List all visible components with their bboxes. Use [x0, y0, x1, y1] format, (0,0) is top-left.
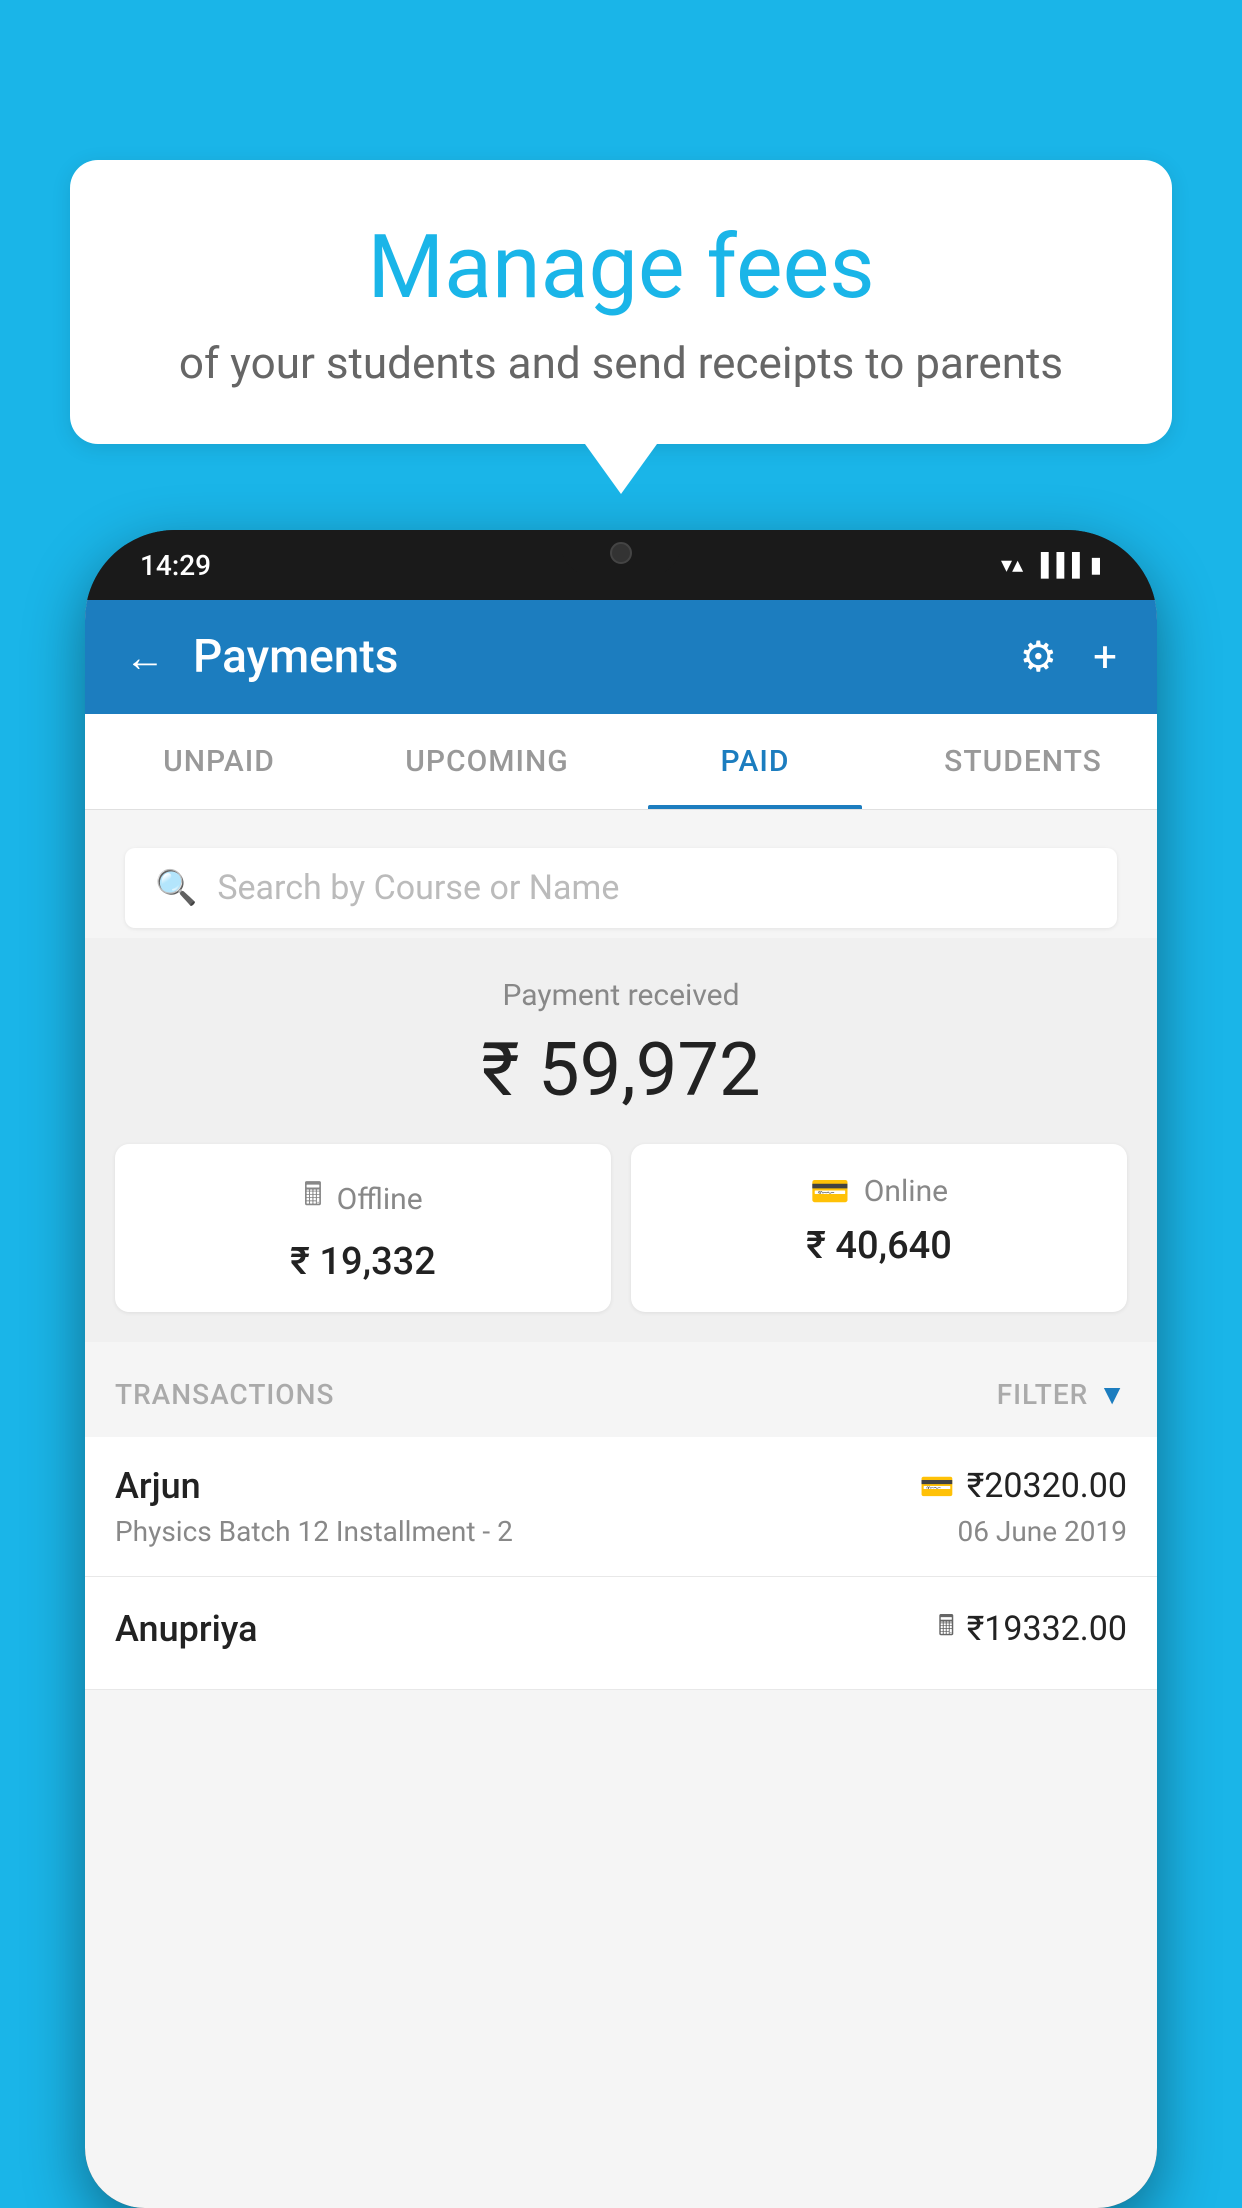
page-title: Payments [193, 630, 398, 684]
transaction-amount: ₹19332.00 [967, 1609, 1127, 1649]
search-bar[interactable]: 🔍 Search by Course or Name [125, 848, 1117, 928]
battery-icon: ▮ [1090, 553, 1102, 578]
tabs-container: UNPAID UPCOMING PAID STUDENTS [85, 714, 1157, 810]
payment-summary: Payment received ₹ 59,972 🖩 Offline ₹ 19… [85, 938, 1157, 1342]
payment-cards: 🖩 Offline ₹ 19,332 💳 Online ₹ 40,640 [115, 1144, 1127, 1312]
bubble-title: Manage fees [150, 220, 1092, 317]
filter-icon: ▼ [1098, 1378, 1127, 1411]
speech-bubble-card: Manage fees of your students and send re… [70, 160, 1172, 444]
online-card: 💳 Online ₹ 40,640 [631, 1144, 1127, 1312]
add-icon[interactable]: + [1093, 633, 1117, 682]
app-screen: ← Payments ⚙ + UNPAID UPCOMING PAID STUD… [85, 600, 1157, 2208]
wifi-icon: ▾▴ [1001, 553, 1023, 578]
tab-students[interactable]: STUDENTS [889, 714, 1157, 809]
transaction-date: 06 June 2019 [957, 1515, 1127, 1548]
transaction-name: Arjun [115, 1465, 201, 1507]
online-amount: ₹ 40,640 [651, 1224, 1107, 1268]
header-right: ⚙ + [1020, 632, 1118, 682]
transaction-row-top: Anupriya 🖩 ₹19332.00 [115, 1605, 1127, 1653]
speech-bubble-tail [585, 444, 657, 494]
transaction-amount-wrap: 🖩 ₹19332.00 [938, 1605, 1127, 1653]
filter-label: FILTER [997, 1378, 1089, 1411]
transaction-row-bottom: Physics Batch 12 Installment - 2 06 June… [115, 1515, 1127, 1548]
phone-notch [561, 530, 681, 575]
online-payment-icon: 💳 [810, 1172, 850, 1210]
filter-button[interactable]: FILTER ▼ [997, 1378, 1127, 1411]
status-icons: ▾▴ ▐▐▐ ▮ [1001, 552, 1102, 578]
offline-label: Offline [337, 1182, 423, 1217]
online-card-header: 💳 Online [651, 1172, 1107, 1210]
transactions-section-label: TRANSACTIONS [115, 1378, 334, 1411]
transaction-row-top: Arjun 💳 ₹20320.00 [115, 1465, 1127, 1507]
offline-payment-icon: 🖩 [303, 1172, 322, 1226]
settings-icon[interactable]: ⚙ [1020, 632, 1058, 682]
tab-unpaid[interactable]: UNPAID [85, 714, 353, 809]
transaction-row[interactable]: Arjun 💳 ₹20320.00 Physics Batch 12 Insta… [85, 1437, 1157, 1577]
offline-amount: ₹ 19,332 [135, 1240, 591, 1284]
transactions-header: TRANSACTIONS FILTER ▼ [85, 1352, 1157, 1437]
status-bar: 14:29 ▾▴ ▐▐▐ ▮ [85, 530, 1157, 600]
payment-total-amount: ₹ 59,972 [115, 1027, 1127, 1114]
offline-card-header: 🖩 Offline [135, 1172, 591, 1226]
transaction-amount: ₹20320.00 [967, 1466, 1127, 1506]
speech-bubble-section: Manage fees of your students and send re… [70, 160, 1172, 494]
transaction-row[interactable]: Anupriya 🖩 ₹19332.00 [85, 1577, 1157, 1690]
header-left: ← Payments [125, 630, 398, 684]
signal-icon: ▐▐▐ [1033, 552, 1080, 578]
payment-received-label: Payment received [115, 978, 1127, 1013]
online-label: Online [864, 1174, 948, 1209]
phone-camera [610, 542, 632, 564]
transaction-name: Anupriya [115, 1608, 258, 1650]
search-input[interactable]: Search by Course or Name [217, 868, 619, 908]
back-button[interactable]: ← [125, 634, 165, 681]
phone-frame: 14:29 ▾▴ ▐▐▐ ▮ ← Payments ⚙ + UNPAID UPC… [85, 530, 1157, 2208]
tab-paid[interactable]: PAID [621, 714, 889, 809]
transaction-amount-wrap: 💳 ₹20320.00 [920, 1466, 1127, 1506]
card-payment-icon: 💳 [920, 1470, 955, 1503]
offline-payment-icon: 🖩 [938, 1605, 955, 1653]
transaction-detail: Physics Batch 12 Installment - 2 [115, 1515, 513, 1548]
offline-card: 🖩 Offline ₹ 19,332 [115, 1144, 611, 1312]
search-icon: 🔍 [155, 868, 197, 908]
tab-upcoming[interactable]: UPCOMING [353, 714, 621, 809]
bubble-subtitle: of your students and send receipts to pa… [150, 337, 1092, 389]
status-time: 14:29 [140, 549, 211, 582]
app-header: ← Payments ⚙ + [85, 600, 1157, 714]
